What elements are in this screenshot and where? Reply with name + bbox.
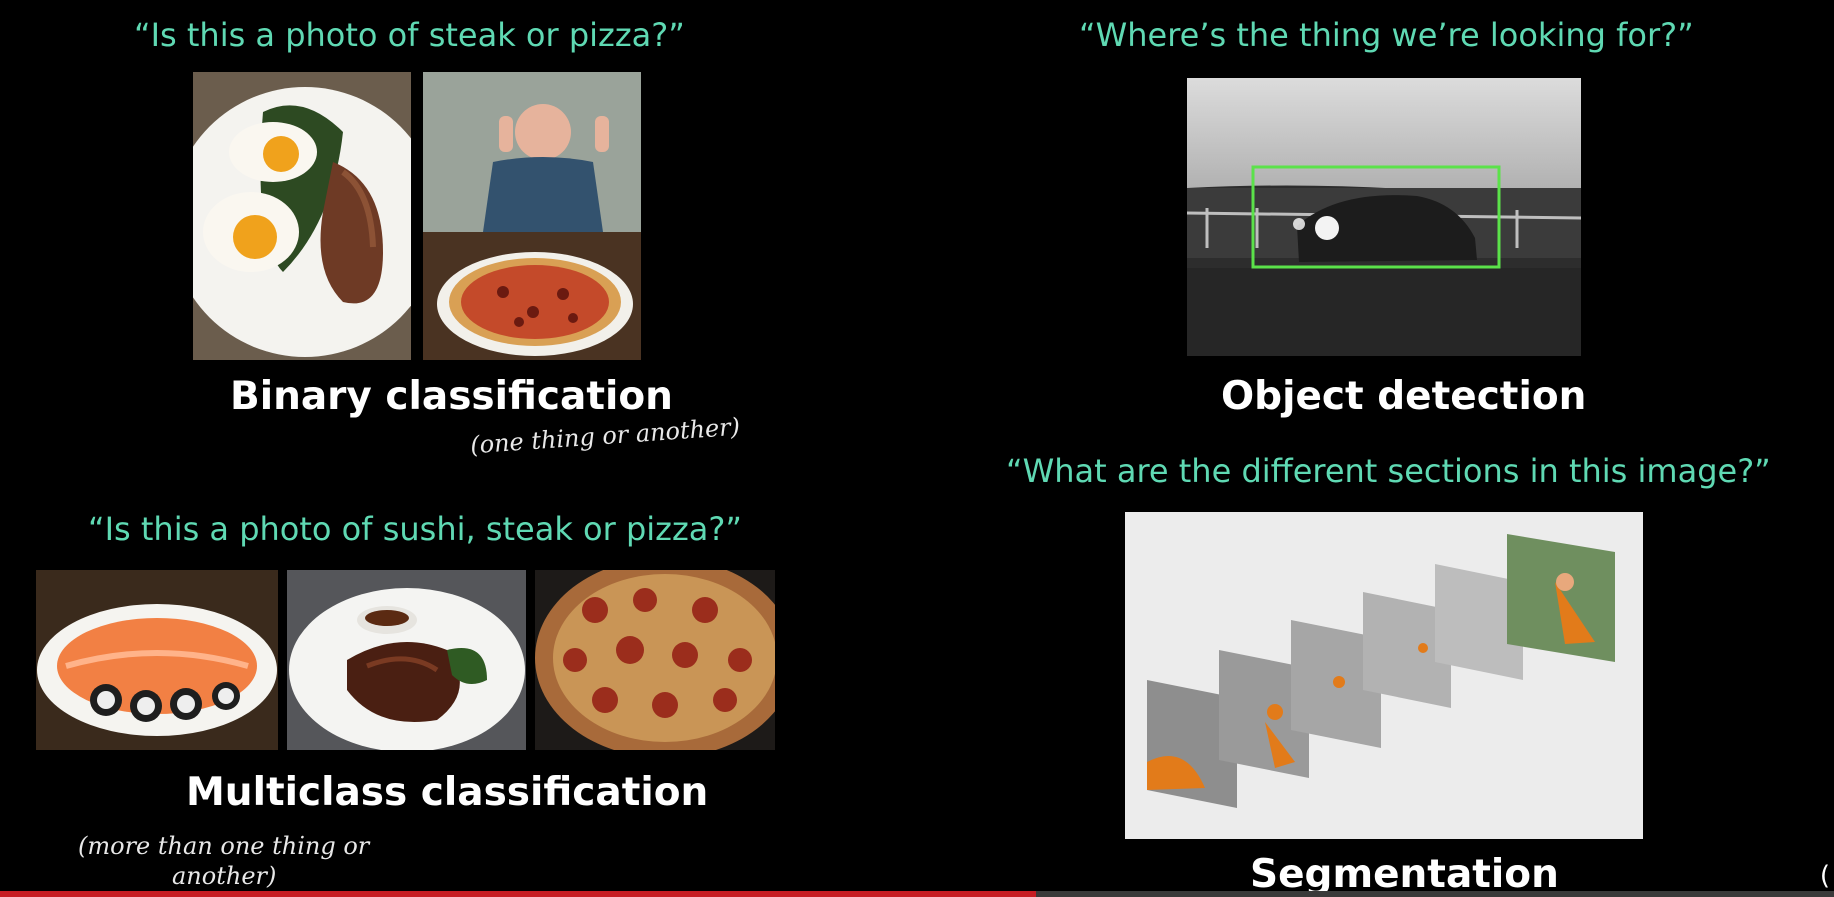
multiclass-note-line1: (more than one thing or (78, 832, 370, 860)
binary-classification-label: Binary classification (230, 374, 673, 419)
segmentation-image (1125, 512, 1643, 839)
binary-question: “Is this a photo of steak or pizza?” (134, 16, 685, 54)
multiclass-classification-label: Multiclass classification (186, 770, 709, 815)
video-progress-fill (0, 891, 1037, 897)
multiclass-question: “Is this a photo of sushi, steak or pizz… (88, 510, 742, 548)
binary-note: (one thing or another) (469, 412, 741, 460)
steak-image (287, 570, 526, 750)
object-detection-image (1187, 78, 1581, 356)
sushi-image (36, 570, 278, 750)
pizza-thumbs-up-image (423, 72, 641, 360)
captions-icon[interactable]: ( (1820, 861, 1830, 891)
steak-eggs-image (193, 72, 411, 360)
pizza-image (535, 570, 775, 750)
video-progress-bar[interactable] (0, 891, 1834, 897)
segmentation-question: “What are the different sections in this… (1006, 452, 1771, 490)
object-detection-label: Object detection (1221, 374, 1587, 419)
object-question: “Where’s the thing we’re looking for?” (1079, 16, 1694, 54)
multiclass-note-line2: another) (172, 862, 277, 890)
